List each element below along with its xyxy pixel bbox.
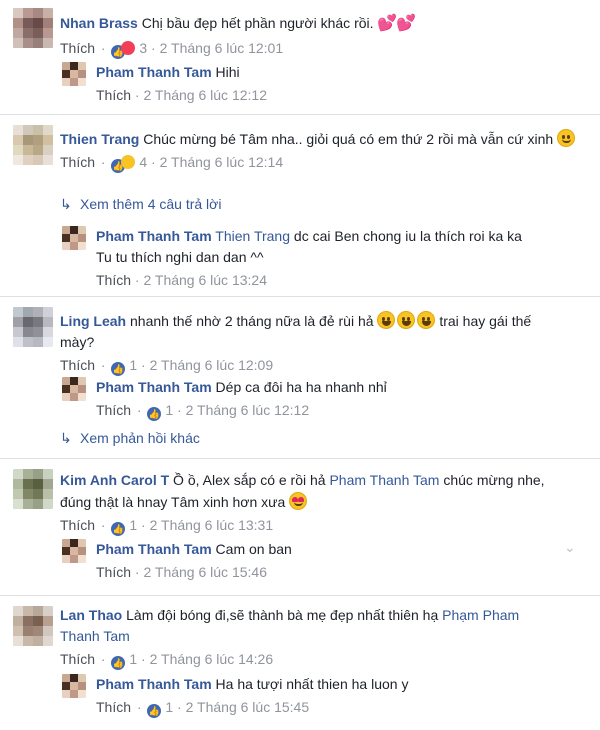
comment-text-after: trai hay gái thế [439, 313, 532, 329]
reply-text-line2: Tu tu thích nghi dan dan ^^ [96, 249, 264, 265]
like-button[interactable]: Thích [60, 40, 95, 56]
comment-author[interactable]: Nhan Brass [60, 15, 138, 31]
comment-text: Chị bầu đẹp hết phần người khác rồi. [141, 15, 374, 31]
reply-timestamp[interactable]: 2 Tháng 6 lúc 12:12 [186, 402, 310, 418]
view-more-replies-link[interactable]: ↳ Xem thêm 4 câu trả lời [60, 195, 221, 213]
reaction-count[interactable]: 1 [165, 699, 173, 715]
comment-text-line2: đúng thật là hnay Tâm xinh hơn xưa [60, 494, 286, 510]
comment-timestamp[interactable]: 2 Tháng 6 lúc 12:01 [160, 40, 284, 56]
avatar[interactable] [62, 674, 86, 698]
reply-author[interactable]: Pham Thanh Tam [96, 676, 212, 692]
avatar[interactable] [13, 307, 53, 347]
like-button[interactable]: Thích [96, 272, 131, 288]
laughing-emoji [397, 311, 416, 329]
comment-author[interactable]: Lan Thao [60, 607, 122, 623]
reply-text: Dép ca đôi ha ha nhanh nhỉ [215, 379, 387, 395]
like-reaction-icon: 👍 [111, 656, 126, 670]
comment-timestamp[interactable]: 2 Tháng 6 lúc 13:31 [150, 517, 274, 533]
comment-text: nhanh thế nhờ 2 tháng nữa là đẻ rùi hả [130, 313, 374, 329]
heart-eyes-emoji [289, 492, 308, 510]
avatar[interactable] [62, 62, 86, 86]
laughing-emoji [417, 311, 436, 329]
like-button[interactable]: Thích [96, 402, 131, 418]
avatar[interactable] [13, 606, 53, 646]
love-reaction-icon [121, 41, 136, 55]
like-reaction-icon: 👍 [147, 704, 162, 718]
comment-author[interactable]: Thien Trang [60, 131, 139, 147]
laughing-emoji [377, 311, 396, 329]
comment-text-line2: mày? [60, 334, 95, 350]
reaction-count[interactable]: 1 [129, 517, 137, 533]
reply-author[interactable]: Pham Thanh Tam [96, 541, 212, 557]
reply-timestamp[interactable]: 2 Tháng 6 lúc 13:24 [143, 272, 267, 288]
reply-arrow-icon: ↳ [60, 430, 72, 446]
comment-text: Làm đội bóng đi,sẽ thành bà mẹ đẹp nhất … [126, 607, 439, 623]
mention-link[interactable]: Phạm Pham [442, 607, 519, 623]
like-button[interactable]: Thích [60, 651, 95, 667]
like-reaction-icon: 👍 [147, 407, 162, 421]
haha-reaction-icon [121, 155, 136, 169]
like-button[interactable]: Thích [96, 564, 131, 580]
like-button[interactable]: Thích [60, 154, 95, 170]
mention-link-line2[interactable]: Thanh Tam [60, 627, 590, 646]
comment: Lan Thao Làm đội bóng đi,sẽ thành bà mẹ … [0, 596, 600, 730]
avatar[interactable] [62, 377, 86, 401]
like-button[interactable]: Thích [60, 357, 95, 373]
avatar[interactable] [13, 125, 53, 165]
comment-author[interactable]: Kim Anh Carol T [60, 472, 169, 488]
reaction-count[interactable]: 1 [129, 651, 137, 667]
avatar[interactable] [13, 469, 53, 509]
view-more-replies-link[interactable]: ↳ Xem phản hồi khác [60, 429, 200, 447]
reply-timestamp[interactable]: 2 Tháng 6 lúc 15:45 [186, 699, 310, 715]
chevron-down-icon[interactable]: ⌄ [564, 539, 576, 556]
reply-timestamp[interactable]: 2 Tháng 6 lúc 12:12 [143, 87, 267, 103]
reply-arrow-icon: ↳ [60, 196, 72, 212]
reply-author[interactable]: Pham Thanh Tam [96, 64, 212, 80]
avatar[interactable] [62, 226, 86, 250]
reply-text: Cam on ban [215, 541, 292, 557]
comment-text: Chúc mừng bé Tâm nha.. giỏi quá có em th… [143, 131, 554, 147]
mention-link[interactable]: Pham Thanh Tam [329, 472, 439, 488]
reaction-count[interactable]: 4 [139, 154, 147, 170]
reaction-count[interactable]: 1 [165, 402, 173, 418]
comment: Kim Anh Carol T Ồ ồ, Alex sắp có e rồi h… [0, 459, 600, 594]
comment: Thien Trang Chúc mừng bé Tâm nha.. giỏi … [0, 115, 600, 295]
reply-text: Hihi [215, 64, 240, 80]
reply-author[interactable]: Pham Thanh Tam [96, 379, 212, 395]
comment-text-after: chúc mừng nhe, [443, 472, 545, 488]
reaction-count[interactable]: 1 [129, 357, 137, 373]
reply-author[interactable]: Pham Thanh Tam [96, 228, 212, 244]
two-hearts-emoji: 💕💕 [377, 15, 416, 32]
like-button[interactable]: Thích [96, 699, 131, 715]
like-reaction-icon: 👍 [111, 362, 126, 376]
reply-text: dc cai Ben chong iu la thích roi ka ka [293, 228, 522, 244]
comment-text: Ồ ồ, Alex sắp có e rồi hả [173, 472, 326, 488]
comment: Nhan Brass Chị bầu đẹp hết phần người kh… [0, 0, 600, 112]
comment-timestamp[interactable]: 2 Tháng 6 lúc 12:09 [150, 357, 274, 373]
avatar[interactable] [62, 539, 86, 563]
comment-author[interactable]: Ling Leah [60, 313, 126, 329]
reaction-count[interactable]: 3 [139, 40, 147, 56]
mention-link[interactable]: Thien Trang [215, 228, 290, 244]
smile-emoji [557, 129, 576, 147]
like-button[interactable]: Thích [60, 517, 95, 533]
reply-text: Ha ha tượi nhất thien ha luon y [215, 676, 409, 692]
comment-timestamp[interactable]: 2 Tháng 6 lúc 12:14 [160, 154, 284, 170]
like-button[interactable]: Thích [96, 87, 131, 103]
comment-timestamp[interactable]: 2 Tháng 6 lúc 14:26 [150, 651, 274, 667]
like-reaction-icon: 👍 [111, 522, 126, 536]
reply-timestamp[interactable]: 2 Tháng 6 lúc 15:46 [143, 564, 267, 580]
comment: Ling Leah nhanh thế nhờ 2 tháng nữa là đ… [0, 297, 600, 457]
avatar[interactable] [13, 8, 53, 48]
